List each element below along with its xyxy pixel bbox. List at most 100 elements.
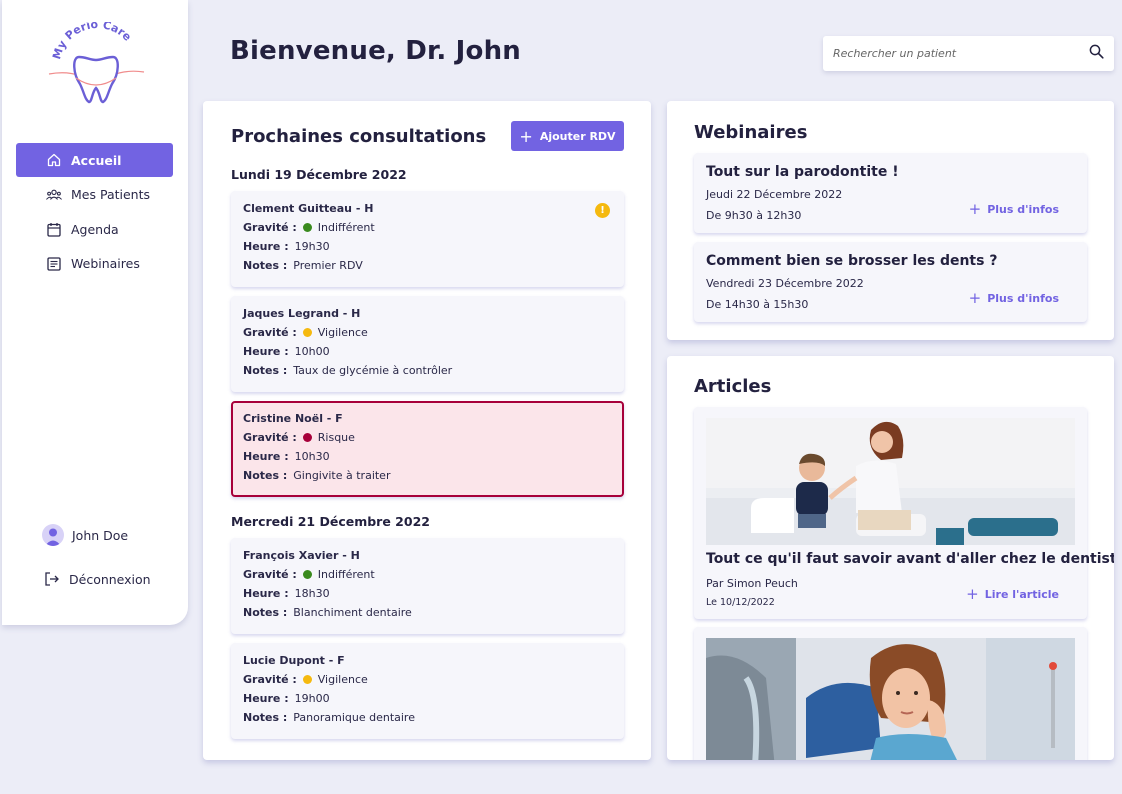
notes-value: Panoramique dentaire bbox=[293, 711, 415, 724]
read-label: Lire l'article bbox=[984, 587, 1059, 601]
home-icon bbox=[46, 152, 62, 168]
article-card[interactable]: Tout ce qu'il faut savoir avant d'aller … bbox=[694, 407, 1114, 619]
patient-name: Jaques Legrand - H bbox=[243, 307, 361, 320]
hour-label: Heure : bbox=[243, 587, 289, 600]
plus-icon: + bbox=[519, 126, 533, 146]
search-icon[interactable] bbox=[1089, 44, 1104, 63]
user-profile[interactable]: John Doe bbox=[42, 524, 128, 546]
hour-value: 19h30 bbox=[294, 240, 330, 253]
hour-label: Heure : bbox=[243, 450, 289, 463]
gravity-value: Vigilence bbox=[317, 326, 368, 339]
avatar bbox=[42, 524, 64, 546]
gravity-dot-icon bbox=[302, 675, 312, 684]
sidebar-item-label: Webinaires bbox=[71, 256, 140, 271]
plus-icon: + bbox=[968, 200, 982, 218]
patient-search bbox=[823, 36, 1114, 71]
sidebar-item-label: Mes Patients bbox=[71, 187, 150, 202]
plus-icon: + bbox=[966, 585, 979, 603]
webinar-more-link[interactable]: + Plus d'infos bbox=[969, 200, 1059, 218]
sidebar-item-agenda[interactable]: Agenda bbox=[16, 212, 173, 246]
webinars-panel: Webinaires Tout sur la parodontite ! Jeu… bbox=[667, 101, 1114, 340]
user-name: John Doe bbox=[72, 527, 129, 543]
add-appointment-label: Ajouter RDV bbox=[539, 129, 616, 143]
webinar-card[interactable]: Tout sur la parodontite ! Jeudi 22 Décem… bbox=[694, 153, 1087, 233]
gravity-label: Gravité : bbox=[243, 326, 297, 339]
articles-panel: Articles Tout ce qu'il faut savoir avant… bbox=[667, 356, 1114, 760]
sidebar-item-label: Agenda bbox=[71, 221, 119, 237]
notes-value: Premier RDV bbox=[293, 259, 363, 272]
notes-label: Notes : bbox=[243, 469, 288, 482]
article-image[interactable] bbox=[706, 638, 1075, 760]
notes-label: Notes : bbox=[243, 711, 288, 724]
sidebar-item-mes-patients[interactable]: Mes Patients bbox=[16, 178, 173, 212]
logo-text: My Perio Care bbox=[50, 18, 134, 61]
hour-value: 19h00 bbox=[294, 692, 330, 705]
consultation-card-alert[interactable]: Cristine Noël - F Gravité : Risque Heure … bbox=[231, 401, 624, 497]
article-author: Par Simon Peuch bbox=[706, 577, 798, 590]
svg-text:My Perio Care: My Perio Care bbox=[50, 22, 134, 61]
sidebar-item-label: Accueil bbox=[71, 152, 122, 168]
gravity-label: Gravité : bbox=[243, 568, 297, 581]
day-label: Mercredi 21 Décembre 2022 bbox=[231, 514, 430, 529]
patients-icon bbox=[46, 187, 62, 203]
webinars-title: Webinaires bbox=[694, 122, 808, 143]
page-title: Bienvenue, Dr. John bbox=[230, 36, 522, 66]
article-date: Le 10/12/2022 bbox=[706, 597, 775, 608]
logout-icon bbox=[44, 571, 60, 587]
hour-label: Heure : bbox=[243, 345, 289, 358]
plus-icon: + bbox=[968, 289, 982, 307]
consultation-card[interactable]: Lucie Dupont - F Gravité : Vigilence Heur… bbox=[231, 643, 624, 739]
consultation-card[interactable]: François Xavier - H Gravité : Indifférent… bbox=[231, 538, 624, 634]
gravity-label: Gravité : bbox=[243, 221, 297, 234]
calendar-icon bbox=[46, 221, 62, 237]
gravity-label: Gravité : bbox=[243, 431, 297, 444]
day-label: Lundi 19 Décembre 2022 bbox=[231, 167, 407, 182]
search-input[interactable] bbox=[833, 47, 1089, 60]
patient-name: Clement Guitteau - H bbox=[243, 202, 374, 215]
notes-value: Blanchiment dentaire bbox=[293, 606, 412, 619]
more-label: Plus d'infos bbox=[987, 291, 1059, 305]
notes-label: Notes : bbox=[243, 259, 288, 272]
webinar-title: Comment bien se brosser les dents ? bbox=[706, 253, 998, 269]
notes-value: Taux de glycémie à contrôler bbox=[293, 364, 453, 377]
gravity-value: Vigilence bbox=[317, 673, 368, 686]
logout-label: Déconnexion bbox=[69, 571, 151, 587]
webinar-card[interactable]: Comment bien se brosser les dents ? Vend… bbox=[694, 242, 1087, 322]
gravity-label: Gravité : bbox=[243, 673, 297, 686]
read-article-link[interactable]: + Lire l'article bbox=[966, 585, 1059, 603]
consultations-panel: Prochaines consultations + Ajouter RDV L… bbox=[203, 101, 651, 760]
add-appointment-button[interactable]: + Ajouter RDV bbox=[511, 121, 624, 151]
document-icon bbox=[46, 256, 62, 272]
patient-name: François Xavier - H bbox=[243, 549, 360, 562]
article-card[interactable] bbox=[694, 627, 1087, 760]
consultation-card[interactable]: Jaques Legrand - H Gravité : Vigilence He… bbox=[231, 296, 624, 392]
webinar-more-link[interactable]: + Plus d'infos bbox=[969, 289, 1059, 307]
consultations-title: Prochaines consultations bbox=[231, 126, 487, 147]
patient-name: Lucie Dupont - F bbox=[243, 654, 345, 667]
hour-value: 10h30 bbox=[294, 450, 330, 463]
notes-label: Notes : bbox=[243, 364, 288, 377]
hour-value: 18h30 bbox=[294, 587, 330, 600]
gravity-value: Indifférent bbox=[317, 221, 375, 234]
gravity-dot-icon bbox=[302, 433, 312, 442]
gravity-dot-icon bbox=[302, 223, 312, 232]
logout-button[interactable]: Déconnexion bbox=[44, 571, 151, 587]
patient-name: Cristine Noël - F bbox=[243, 412, 343, 425]
consultation-card[interactable]: ! Clement Guitteau - H Gravité : Indiffér… bbox=[231, 191, 624, 287]
gravity-value: Risque bbox=[317, 431, 355, 444]
more-label: Plus d'infos bbox=[987, 202, 1059, 216]
hour-label: Heure : bbox=[243, 692, 289, 705]
gravity-value: Indifférent bbox=[317, 568, 375, 581]
app-logo[interactable]: My Perio Care bbox=[46, 18, 146, 108]
sidebar-item-accueil[interactable]: Accueil bbox=[16, 143, 173, 177]
tooth-logo-icon: My Perio Care bbox=[48, 18, 145, 104]
webinar-title: Tout sur la parodontite ! bbox=[706, 164, 899, 180]
gravity-dot-icon bbox=[302, 570, 312, 579]
gravity-dot-icon bbox=[302, 328, 312, 337]
article-title: Tout ce qu'il faut savoir avant d'aller … bbox=[706, 551, 1114, 567]
warning-icon[interactable]: ! bbox=[595, 203, 610, 218]
article-image[interactable] bbox=[706, 418, 1075, 545]
notes-label: Notes : bbox=[243, 606, 288, 619]
sidebar-item-webinaires[interactable]: Webinaires bbox=[16, 247, 173, 281]
hour-value: 10h00 bbox=[294, 345, 330, 358]
